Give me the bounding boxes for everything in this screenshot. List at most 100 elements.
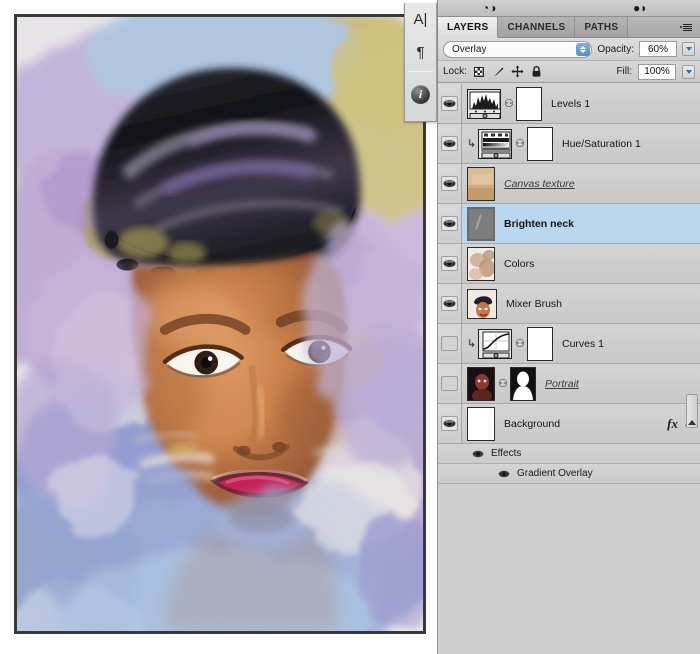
info-panel-icon[interactable]: i [405, 74, 436, 114]
mask-link-icon[interactable]: ⚇ [515, 137, 524, 150]
layer-visibility-toggle[interactable] [438, 124, 462, 163]
layer-visibility-toggle[interactable] [438, 84, 462, 123]
list-item[interactable]: Gradient Overlay [438, 464, 700, 484]
eye-icon [441, 296, 458, 311]
brighten-neck-thumbnail[interactable] [467, 207, 495, 241]
tab-layers[interactable]: LAYERS [438, 17, 498, 38]
color-panel-icon[interactable]: ◔◑ [482, 1, 497, 15]
layer-name[interactable]: Curves 1 [562, 338, 604, 350]
blend-mode-stepper-icon[interactable] [576, 43, 590, 56]
document-canvas-area [0, 0, 440, 654]
lock-all-icon[interactable] [530, 65, 543, 78]
effects-group-label: Effects [491, 448, 521, 459]
dock-divider [408, 71, 433, 72]
layer-thumbnails[interactable] [462, 407, 495, 441]
list-item[interactable]: Effects [438, 444, 700, 464]
table-row[interactable]: ↳ ⚇ Curves 1 [438, 324, 700, 364]
layer-name[interactable]: Brighten neck [504, 218, 574, 230]
swatches-panel-icon[interactable]: ●◗ [633, 1, 648, 15]
blend-mode-select[interactable]: Overlay [443, 41, 592, 58]
layer-thumbnails[interactable] [462, 289, 497, 319]
layer-visibility-toggle[interactable] [438, 204, 462, 243]
hue-saturation-adjustment-icon [478, 129, 512, 159]
layer-name[interactable]: Colors [504, 258, 534, 270]
table-row[interactable]: Colors [438, 244, 700, 284]
eye-off-icon [441, 336, 458, 351]
clipping-mask-icon: ↳ [467, 137, 475, 150]
lock-row: Lock: Fill: 100% [438, 61, 700, 83]
layers-list-empty-area [438, 484, 700, 514]
colors-thumbnail[interactable] [467, 247, 495, 281]
fill-dropdown-icon[interactable] [682, 65, 695, 79]
layer-name[interactable]: Background [504, 418, 560, 430]
panel-menu-lines [683, 24, 692, 31]
panel-tab-bar: LAYERS CHANNELS PATHS [438, 17, 700, 38]
opacity-dropdown-icon[interactable] [682, 42, 695, 56]
lock-position-icon[interactable] [511, 65, 524, 78]
background-thumbnail[interactable] [467, 407, 495, 441]
layer-thumbnails[interactable]: ⚇ [462, 367, 536, 401]
photoshop-window: A| ¶ i ◔◑ ●◗ LAYERS CHANNELS PATHS Overl… [0, 0, 700, 654]
table-row[interactable]: ↳ ⚇ Hue/Saturation 1 [438, 124, 700, 164]
collapsed-panel-dock: A| ¶ i [404, 3, 437, 122]
mask-link-icon[interactable]: ⚇ [498, 377, 507, 390]
layer-name[interactable]: Mixer Brush [506, 298, 562, 310]
tab-paths[interactable]: PATHS [575, 17, 628, 37]
layer-visibility-toggle[interactable] [438, 404, 462, 443]
layer-visibility-toggle[interactable] [438, 244, 462, 283]
character-panel-icon[interactable]: A| [405, 3, 436, 36]
curves-adjustment-icon [478, 329, 512, 359]
table-row[interactable]: Brighten neck [438, 204, 700, 244]
layer-name[interactable]: Portrait [545, 378, 579, 390]
table-row[interactable]: Background fx [438, 404, 700, 444]
table-row[interactable]: Canvas texture [438, 164, 700, 204]
layers-scrollbar-thumb[interactable] [686, 394, 698, 428]
layer-visibility-toggle[interactable] [438, 364, 462, 403]
paragraph-panel-icon[interactable]: ¶ [405, 36, 436, 69]
panel-dock-strip: ◔◑ ●◗ [438, 0, 700, 17]
layer-name[interactable]: Canvas texture [504, 178, 575, 190]
layer-visibility-toggle[interactable] [438, 284, 462, 323]
layer-mask-thumbnail[interactable] [527, 127, 553, 161]
eye-icon[interactable] [496, 470, 511, 478]
layer-thumbnails[interactable]: ⚇ [462, 87, 542, 121]
eye-icon [441, 136, 458, 151]
layer-mask-thumbnail[interactable] [516, 87, 542, 121]
mask-link-icon[interactable]: ⚇ [515, 337, 524, 350]
portrait-thumbnail[interactable] [467, 367, 495, 401]
paragraph-panel-glyph: ¶ [416, 44, 424, 61]
eye-icon [441, 216, 458, 231]
levels-adjustment-icon [467, 89, 501, 119]
lock-image-pixels-icon[interactable] [492, 65, 505, 78]
layer-thumbnails[interactable] [462, 167, 495, 201]
layer-name[interactable]: Levels 1 [551, 98, 590, 110]
layer-thumbnails[interactable] [462, 207, 495, 241]
layer-mask-thumbnail[interactable] [510, 367, 536, 401]
opacity-input[interactable]: 60% [639, 41, 677, 57]
tab-channels[interactable]: CHANNELS [498, 17, 575, 37]
mixer-brush-thumbnail[interactable] [467, 289, 497, 319]
mask-link-icon[interactable]: ⚇ [504, 97, 513, 110]
layer-visibility-toggle[interactable] [438, 164, 462, 203]
layer-thumbnails[interactable]: ↳ ⚇ [462, 127, 553, 161]
eye-icon [441, 96, 458, 111]
eye-icon[interactable] [470, 450, 485, 458]
table-row[interactable]: Mixer Brush [438, 284, 700, 324]
blend-mode-row: Overlay Opacity: 60% [438, 38, 700, 61]
table-row[interactable]: ⚇ Levels 1 [438, 84, 700, 124]
layers-list[interactable]: ⚇ Levels 1 ↳ ⚇ [438, 84, 700, 654]
layer-thumbnails[interactable]: ↳ ⚇ [462, 327, 553, 361]
layer-name[interactable]: Hue/Saturation 1 [562, 138, 641, 150]
layer-mask-thumbnail[interactable] [527, 327, 553, 361]
canvas-texture-thumbnail[interactable] [467, 167, 495, 201]
layer-effects-fx-icon[interactable]: fx [667, 416, 678, 432]
fill-label: Fill: [616, 66, 632, 77]
lock-transparent-pixels-icon[interactable] [473, 65, 486, 78]
table-row[interactable]: ⚇ Portrait [438, 364, 700, 404]
lock-label: Lock: [443, 66, 467, 77]
eye-off-icon [441, 376, 458, 391]
fill-input[interactable]: 100% [638, 64, 676, 80]
layer-visibility-toggle[interactable] [438, 324, 462, 363]
panel-menu-icon[interactable] [680, 21, 696, 33]
layer-thumbnails[interactable] [462, 247, 495, 281]
